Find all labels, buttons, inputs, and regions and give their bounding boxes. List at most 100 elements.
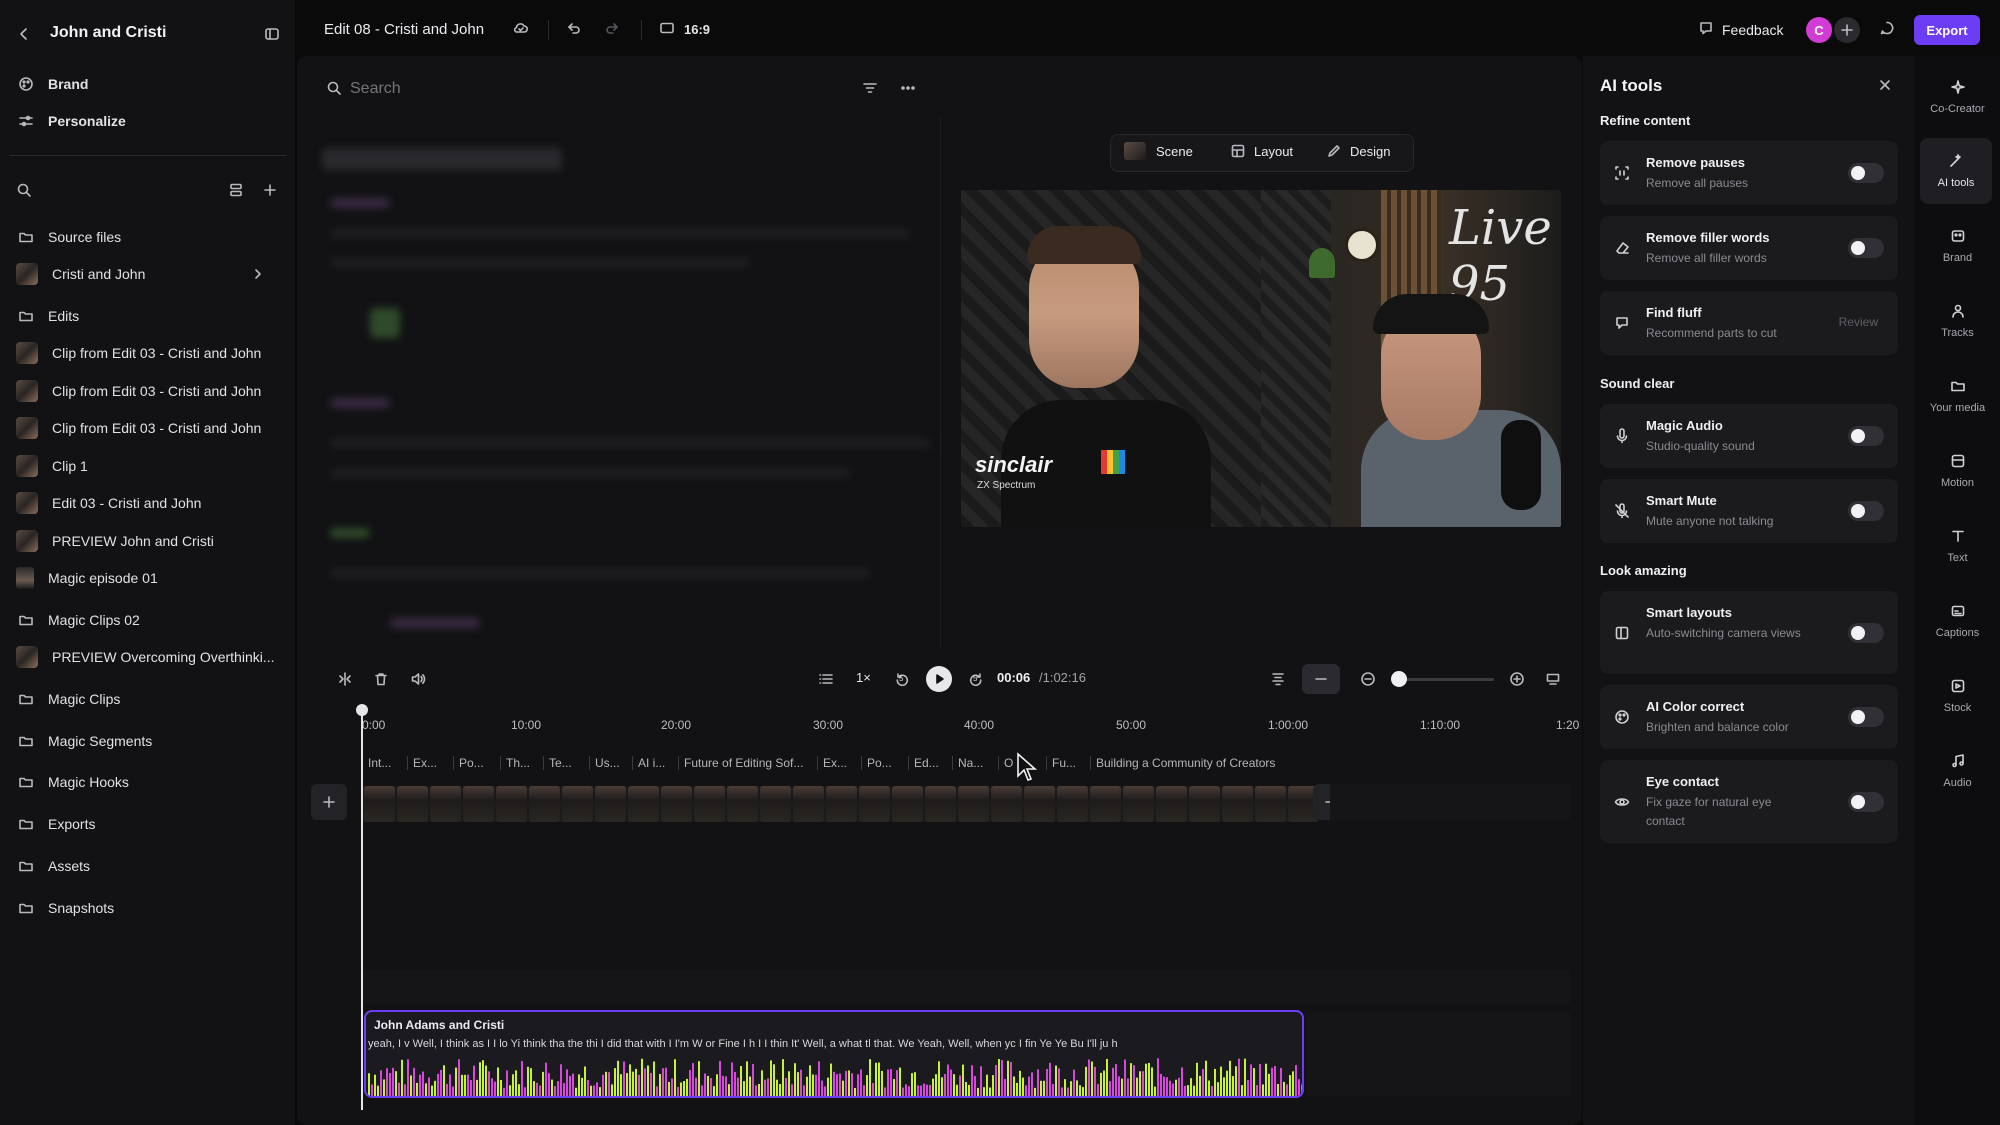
smart-mute-toggle[interactable] bbox=[1848, 501, 1884, 521]
search-icon[interactable] bbox=[16, 182, 32, 201]
cloud-sync-icon[interactable] bbox=[513, 20, 529, 39]
sidebar-clip-item[interactable]: Magic episode 01 bbox=[0, 560, 295, 596]
tool-remove-pauses[interactable]: Remove pauses Remove all pauses bbox=[1600, 141, 1898, 205]
rail-ai-tools[interactable]: AI tools bbox=[1920, 138, 1992, 204]
redo-icon[interactable] bbox=[604, 20, 620, 39]
sidebar-clip-cristi-and-john[interactable]: Cristi and John bbox=[0, 256, 295, 292]
eye-contact-toggle[interactable] bbox=[1848, 791, 1884, 812]
sidebar-clip-item[interactable]: Clip from Edit 03 - Cristi and John bbox=[0, 410, 295, 446]
tab-design[interactable]: Design bbox=[1326, 143, 1390, 159]
video-preview[interactable]: sinclair ZX Spectrum Live 95 bbox=[961, 190, 1561, 527]
sidebar-item-personalize[interactable]: Personalize bbox=[0, 103, 295, 139]
ai-color-correct-toggle[interactable] bbox=[1848, 707, 1884, 727]
chapter-marker[interactable]: Future of Editing Sof... bbox=[684, 756, 803, 770]
chapter-marker[interactable]: Building a Community of Creators bbox=[1096, 756, 1275, 770]
tab-scene[interactable]: Scene bbox=[1124, 142, 1193, 160]
sidebar-folder-item[interactable]: Snapshots bbox=[0, 890, 295, 926]
zoom-slider[interactable] bbox=[1392, 678, 1494, 681]
tool-find-fluff[interactable]: Find fluff Recommend parts to cut Review bbox=[1600, 291, 1898, 355]
sidebar-clip-item[interactable]: PREVIEW Overcoming Overthinki... bbox=[0, 639, 295, 675]
sidebar-folder-item[interactable]: Magic Clips bbox=[0, 681, 295, 717]
speed-button[interactable]: 1× bbox=[856, 670, 871, 685]
add-clip-before-button[interactable] bbox=[311, 784, 347, 820]
close-panel-button[interactable] bbox=[1874, 74, 1896, 96]
feedback-icon[interactable] bbox=[1698, 20, 1714, 39]
playhead-handle[interactable] bbox=[356, 704, 368, 716]
tool-ai-color-correct[interactable]: AI Color correct Brighten and balance co… bbox=[1600, 685, 1898, 749]
chapter-marker[interactable]: AI i... bbox=[638, 756, 665, 770]
zoom-slider-handle[interactable] bbox=[1391, 671, 1407, 687]
tool-eye-contact[interactable]: Eye contact Fix gaze for natural eye con… bbox=[1600, 760, 1898, 843]
add-icon[interactable] bbox=[262, 182, 278, 201]
chapter-marker[interactable]: Te... bbox=[549, 756, 572, 770]
chapter-marker[interactable]: Us... bbox=[595, 756, 620, 770]
chapters-list-icon[interactable] bbox=[815, 668, 837, 690]
collapse-sidebar-icon[interactable] bbox=[262, 24, 282, 44]
chapter-marker[interactable]: Ed... bbox=[914, 756, 939, 770]
sidebar-clip-item[interactable]: Clip 1 bbox=[0, 448, 295, 484]
chapter-marker[interactable]: Th... bbox=[506, 756, 530, 770]
sidebar-item-brand[interactable]: Brand bbox=[0, 66, 295, 102]
feedback-button[interactable]: Feedback bbox=[1722, 22, 1783, 38]
tab-layout[interactable]: Layout bbox=[1230, 143, 1293, 159]
stack-icon[interactable] bbox=[228, 182, 244, 201]
volume-icon[interactable] bbox=[407, 668, 429, 690]
split-icon[interactable] bbox=[334, 668, 356, 690]
more-icon[interactable] bbox=[900, 80, 916, 99]
comments-icon[interactable] bbox=[1879, 20, 1895, 39]
chapter-marker[interactable]: Na... bbox=[958, 756, 983, 770]
tool-smart-layouts[interactable]: Smart layouts Auto-switching camera view… bbox=[1600, 591, 1898, 674]
remove-filler-words-toggle[interactable] bbox=[1848, 238, 1884, 258]
review-button[interactable]: Review bbox=[1839, 315, 1878, 329]
chapter-marker[interactable]: Int... bbox=[368, 756, 391, 770]
sidebar-clip-item[interactable]: Clip from Edit 03 - Cristi and John bbox=[0, 373, 295, 409]
playhead[interactable] bbox=[361, 706, 363, 1110]
tool-smart-mute[interactable]: Smart Mute Mute anyone not talking bbox=[1600, 479, 1898, 543]
smart-layouts-toggle[interactable] bbox=[1848, 622, 1884, 643]
sidebar-folder-item[interactable]: Magic Hooks bbox=[0, 764, 295, 800]
tool-magic-audio[interactable]: Magic Audio Studio-quality sound bbox=[1600, 404, 1898, 468]
rail-text[interactable]: Text bbox=[1915, 513, 2000, 579]
undo-icon[interactable] bbox=[566, 20, 582, 39]
edit-title[interactable]: Edit 08 - Cristi and John bbox=[324, 21, 484, 38]
sidebar-clip-item[interactable]: Edit 03 - Cristi and John bbox=[0, 485, 295, 521]
chapter-marker[interactable]: Ex... bbox=[413, 756, 437, 770]
play-button[interactable] bbox=[926, 666, 952, 692]
rail-captions[interactable]: Captions bbox=[1915, 588, 2000, 654]
sidebar-clip-item[interactable]: Clip from Edit 03 - Cristi and John bbox=[0, 335, 295, 371]
tool-remove-filler-words[interactable]: Remove filler words Remove all filler wo… bbox=[1600, 216, 1898, 280]
rail-co-creator[interactable]: Co-Creator bbox=[1915, 64, 2000, 130]
rail-motion[interactable]: Motion bbox=[1915, 438, 2000, 504]
chapter-marker[interactable]: Ex... bbox=[823, 756, 847, 770]
aspect-ratio-label[interactable]: 16:9 bbox=[684, 22, 710, 37]
script-search-input[interactable] bbox=[350, 76, 830, 102]
back-arrow-icon[interactable] bbox=[14, 24, 34, 44]
sidebar-folder-item[interactable]: Assets bbox=[0, 848, 295, 884]
remove-pauses-toggle[interactable] bbox=[1848, 163, 1884, 183]
aspect-ratio-icon[interactable] bbox=[659, 20, 675, 39]
rail-brand[interactable]: Brand bbox=[1915, 213, 2000, 279]
zoom-in-icon[interactable] bbox=[1506, 668, 1528, 690]
trash-icon[interactable] bbox=[370, 668, 392, 690]
rail-tracks[interactable]: Tracks bbox=[1915, 288, 2000, 354]
skip-back-icon[interactable]: 5 bbox=[890, 667, 914, 691]
chapter-marker[interactable]: O bbox=[1004, 756, 1013, 770]
rail-stock[interactable]: Stock bbox=[1915, 663, 2000, 729]
invite-button[interactable] bbox=[1834, 17, 1860, 43]
rail-audio[interactable]: Audio bbox=[1915, 738, 2000, 804]
zoom-out-icon[interactable] bbox=[1357, 668, 1379, 690]
export-button[interactable]: Export bbox=[1914, 15, 1980, 45]
audio-track[interactable]: John Adams and Cristi yeah, I v Well, I … bbox=[364, 1010, 1304, 1098]
rail-your-media[interactable]: Your media bbox=[1915, 363, 2000, 429]
filter-icon[interactable] bbox=[862, 80, 878, 99]
sidebar-folder-item[interactable]: Exports bbox=[0, 806, 295, 842]
align-icon[interactable] bbox=[1267, 668, 1289, 690]
chapter-marker[interactable]: Po... bbox=[867, 756, 892, 770]
skip-forward-icon[interactable]: 5 bbox=[964, 667, 988, 691]
sidebar-folder-edits[interactable]: Edits bbox=[0, 298, 295, 334]
chapter-marker[interactable]: Po... bbox=[459, 756, 484, 770]
magic-audio-toggle[interactable] bbox=[1848, 426, 1884, 446]
sidebar-clip-item[interactable]: PREVIEW John and Cristi bbox=[0, 523, 295, 559]
trim-toggle[interactable] bbox=[1302, 664, 1340, 694]
sidebar-folder-item[interactable]: Magic Clips 02 bbox=[0, 602, 295, 638]
